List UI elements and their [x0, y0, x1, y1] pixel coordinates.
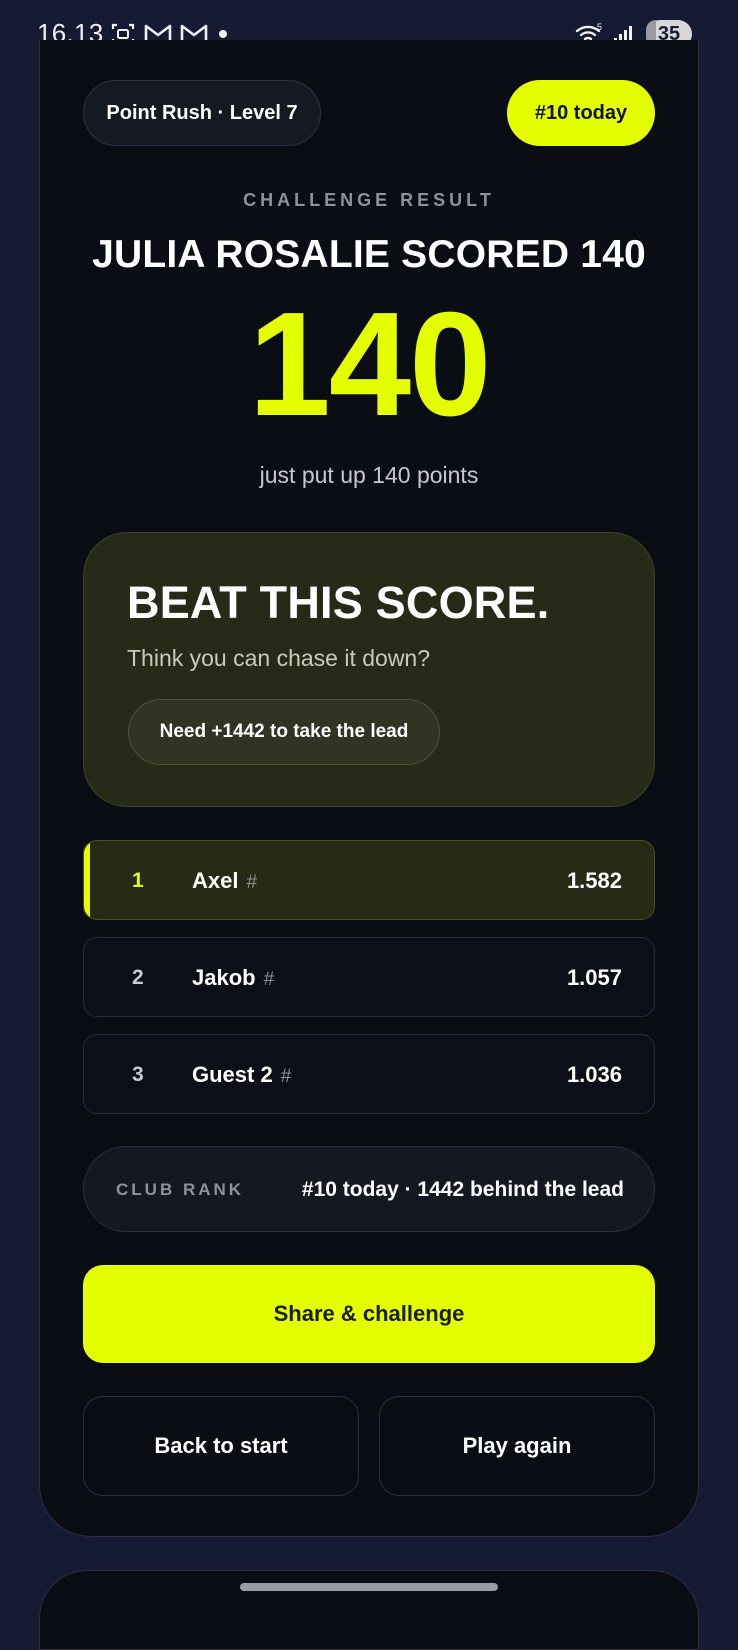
- home-indicator[interactable]: [240, 1583, 498, 1591]
- result-headline: JULIA ROSALIE SCORED 140: [92, 233, 646, 276]
- big-score: 140: [248, 282, 492, 447]
- beat-subtitle: Think you can chase it down?: [127, 645, 431, 671]
- rank-chip: #10 today: [507, 80, 655, 146]
- next-card-peek: [39, 1570, 699, 1650]
- level-chip: Point Rush · Level 7: [83, 80, 321, 146]
- leaderboard-position: 3: [132, 1063, 144, 1086]
- club-rank-value: #10 today · 1442 behind the lead: [301, 1178, 624, 1201]
- leaderboard-position: 2: [132, 966, 144, 989]
- dot-icon: [219, 30, 227, 38]
- leaderboard-position: 1: [132, 869, 144, 892]
- leaderboard-player: Guest 2 #: [192, 1035, 292, 1113]
- club-rank-label: CLUB RANK: [116, 1180, 245, 1199]
- leaderboard-row: 1 Axel # 1.582: [83, 840, 655, 920]
- beat-title: BEAT THIS SCORE.: [127, 577, 550, 628]
- leaderboard-score: 1.057: [566, 965, 622, 990]
- back-to-start-button[interactable]: Back to start: [83, 1396, 359, 1496]
- leaderboard-name: Jakob: [192, 965, 256, 990]
- leaderboard-score: 1.036: [566, 1062, 622, 1087]
- leaderboard-row: 3 Guest 2 # 1.036: [83, 1034, 655, 1114]
- share-challenge-button[interactable]: Share & challenge: [83, 1265, 655, 1363]
- leaderboard-row: 2 Jakob # 1.057: [83, 937, 655, 1017]
- leaderboard-score: 1.582: [566, 868, 622, 893]
- hash-icon: #: [246, 872, 258, 893]
- play-again-button[interactable]: Play again: [379, 1396, 655, 1496]
- club-rank-bar: CLUB RANK #10 today · 1442 behind the le…: [83, 1146, 655, 1232]
- leaderboard-player: Axel #: [192, 841, 258, 919]
- svg-text:5: 5: [597, 22, 602, 32]
- leader-accent-bar: [84, 841, 90, 919]
- result-eyebrow: CHALLENGE RESULT: [243, 190, 495, 210]
- leaderboard-player: Jakob #: [192, 938, 275, 1016]
- need-points-badge: Need +1442 to take the lead: [128, 699, 440, 765]
- beat-score-panel: BEAT THIS SCORE. Think you can chase it …: [83, 532, 655, 807]
- hash-icon: #: [280, 1066, 292, 1087]
- leaderboard-name: Guest 2: [192, 1062, 273, 1087]
- leaderboard-name: Axel: [192, 868, 239, 893]
- result-subline: just put up 140 points: [259, 462, 479, 488]
- hash-icon: #: [263, 969, 275, 990]
